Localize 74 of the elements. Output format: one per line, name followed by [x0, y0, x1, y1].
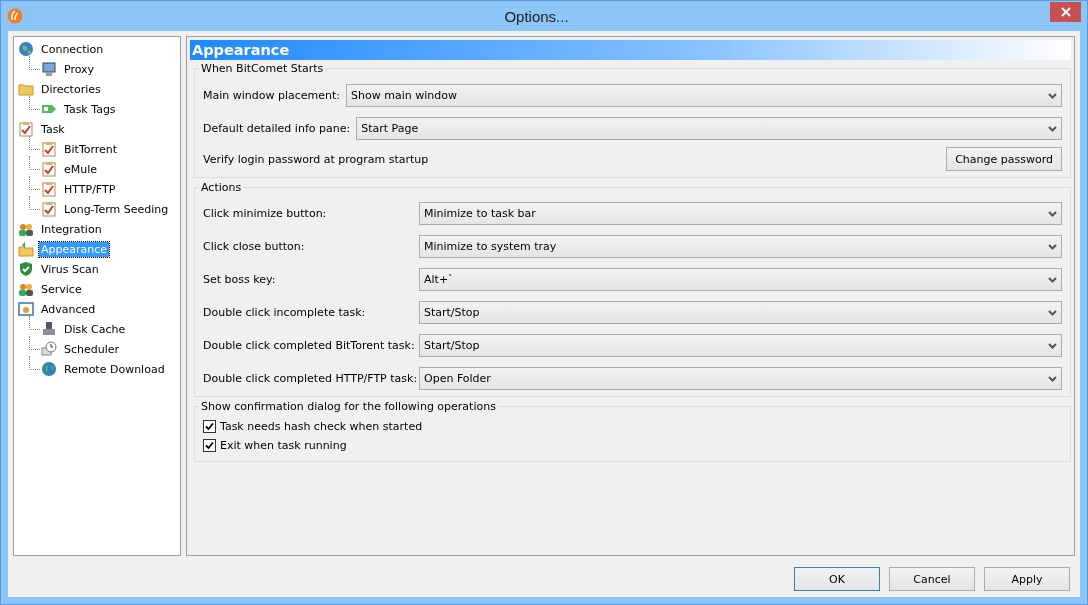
- tree-item[interactable]: Connection: [39, 41, 106, 57]
- change-password-button[interactable]: Change password: [946, 147, 1062, 171]
- field-label: Default detailed info pane:: [203, 122, 351, 135]
- tree-item[interactable]: HTTP/FTP: [62, 181, 118, 197]
- globe-icon: [18, 41, 34, 57]
- disk-drive-icon: [41, 321, 57, 337]
- group-title: When BitComet Starts: [200, 62, 325, 75]
- clipboard-icon: [41, 141, 57, 157]
- dropdown[interactable]: Start/Stop: [419, 301, 1062, 324]
- clipboard-icon: [18, 121, 34, 137]
- tree-item[interactable]: Directories: [39, 81, 103, 97]
- panel-title: Appearance: [192, 41, 290, 60]
- dropdown[interactable]: Start/Stop: [419, 334, 1062, 357]
- tree-item[interactable]: Long-Term Seeding: [62, 201, 171, 217]
- tree-item[interactable]: Service: [39, 281, 84, 297]
- close-button[interactable]: [1050, 2, 1081, 22]
- field-label: Verify login password at program startup: [203, 152, 429, 166]
- field-label: Click minimize button:: [203, 207, 328, 220]
- tree-connector-line: [29, 196, 40, 210]
- dialog-button[interactable]: Cancel: [889, 567, 975, 591]
- window-title: Options...: [503, 7, 570, 25]
- tree-connector-line: [29, 96, 40, 110]
- tree-item[interactable]: BitTorrent: [62, 141, 120, 157]
- close-icon: [1060, 7, 1071, 17]
- clipboard-icon: [41, 161, 57, 177]
- clock-icon: [41, 341, 57, 357]
- checkbox-label[interactable]: Exit when task running: [220, 439, 347, 452]
- dropdown[interactable]: Alt+`: [419, 268, 1062, 291]
- window-icon: [18, 301, 34, 317]
- tree-item[interactable]: eMule: [62, 161, 100, 177]
- dropdown[interactable]: Minimize to system tray: [419, 235, 1062, 258]
- dropdown[interactable]: Minimize to task bar: [419, 202, 1062, 225]
- tree-item[interactable]: Integration: [39, 221, 104, 237]
- tree-item[interactable]: Remote Download: [62, 361, 167, 377]
- tree-item[interactable]: Scheduler: [62, 341, 122, 357]
- field-label: Set boss key:: [203, 273, 277, 286]
- field-label: Main window placement:: [203, 89, 341, 102]
- checkbox[interactable]: [203, 439, 216, 452]
- tree-connector-line: [29, 336, 40, 350]
- tree-item[interactable]: Virus Scan: [39, 261, 101, 277]
- folder-icon: [18, 241, 34, 257]
- app-logo-icon: [7, 8, 23, 24]
- field-label: Double click completed BitTorent task:: [203, 339, 416, 352]
- tree-item[interactable]: Disk Cache: [62, 321, 128, 337]
- dropdown[interactable]: Open Folder: [419, 367, 1062, 390]
- clipboard-icon: [41, 201, 57, 217]
- tree-item[interactable]: Advanced: [39, 301, 98, 317]
- dialog-button[interactable]: Apply: [984, 567, 1070, 591]
- computer-icon: [41, 61, 57, 77]
- tree-connector-line: [29, 176, 40, 190]
- tree-item[interactable]: Task: [39, 121, 67, 137]
- tree-connector-line: [29, 316, 40, 330]
- tree-connector-line: [29, 156, 40, 170]
- folder-icon: [18, 81, 34, 97]
- field-label: Double click incomplete task:: [203, 306, 367, 319]
- tree-item[interactable]: Task Tags: [62, 101, 118, 117]
- tree-item[interactable]: Proxy: [62, 61, 97, 77]
- checkbox-label[interactable]: Task needs hash check when started: [220, 420, 423, 433]
- tree-connector-line: [29, 356, 40, 370]
- people-icon: [18, 221, 34, 237]
- clipboard-icon: [41, 181, 57, 197]
- checkbox[interactable]: [203, 420, 216, 433]
- field-label: Click close button:: [203, 240, 306, 253]
- tree-connector-line: [29, 56, 40, 70]
- globe-icon: [41, 361, 57, 377]
- field-label: Double click completed HTTP/FTP task:: [203, 372, 419, 385]
- group-title: Actions: [200, 181, 243, 194]
- dialog-button[interactable]: OK: [794, 567, 880, 591]
- shield-icon: [18, 261, 34, 277]
- dropdown[interactable]: Start Page: [356, 117, 1062, 140]
- people-icon: [18, 281, 34, 297]
- dropdown[interactable]: Show main window: [346, 84, 1062, 107]
- tree-connector-line: [29, 136, 40, 150]
- group-title: Show confirmation dialog for the following operations: [200, 400, 497, 413]
